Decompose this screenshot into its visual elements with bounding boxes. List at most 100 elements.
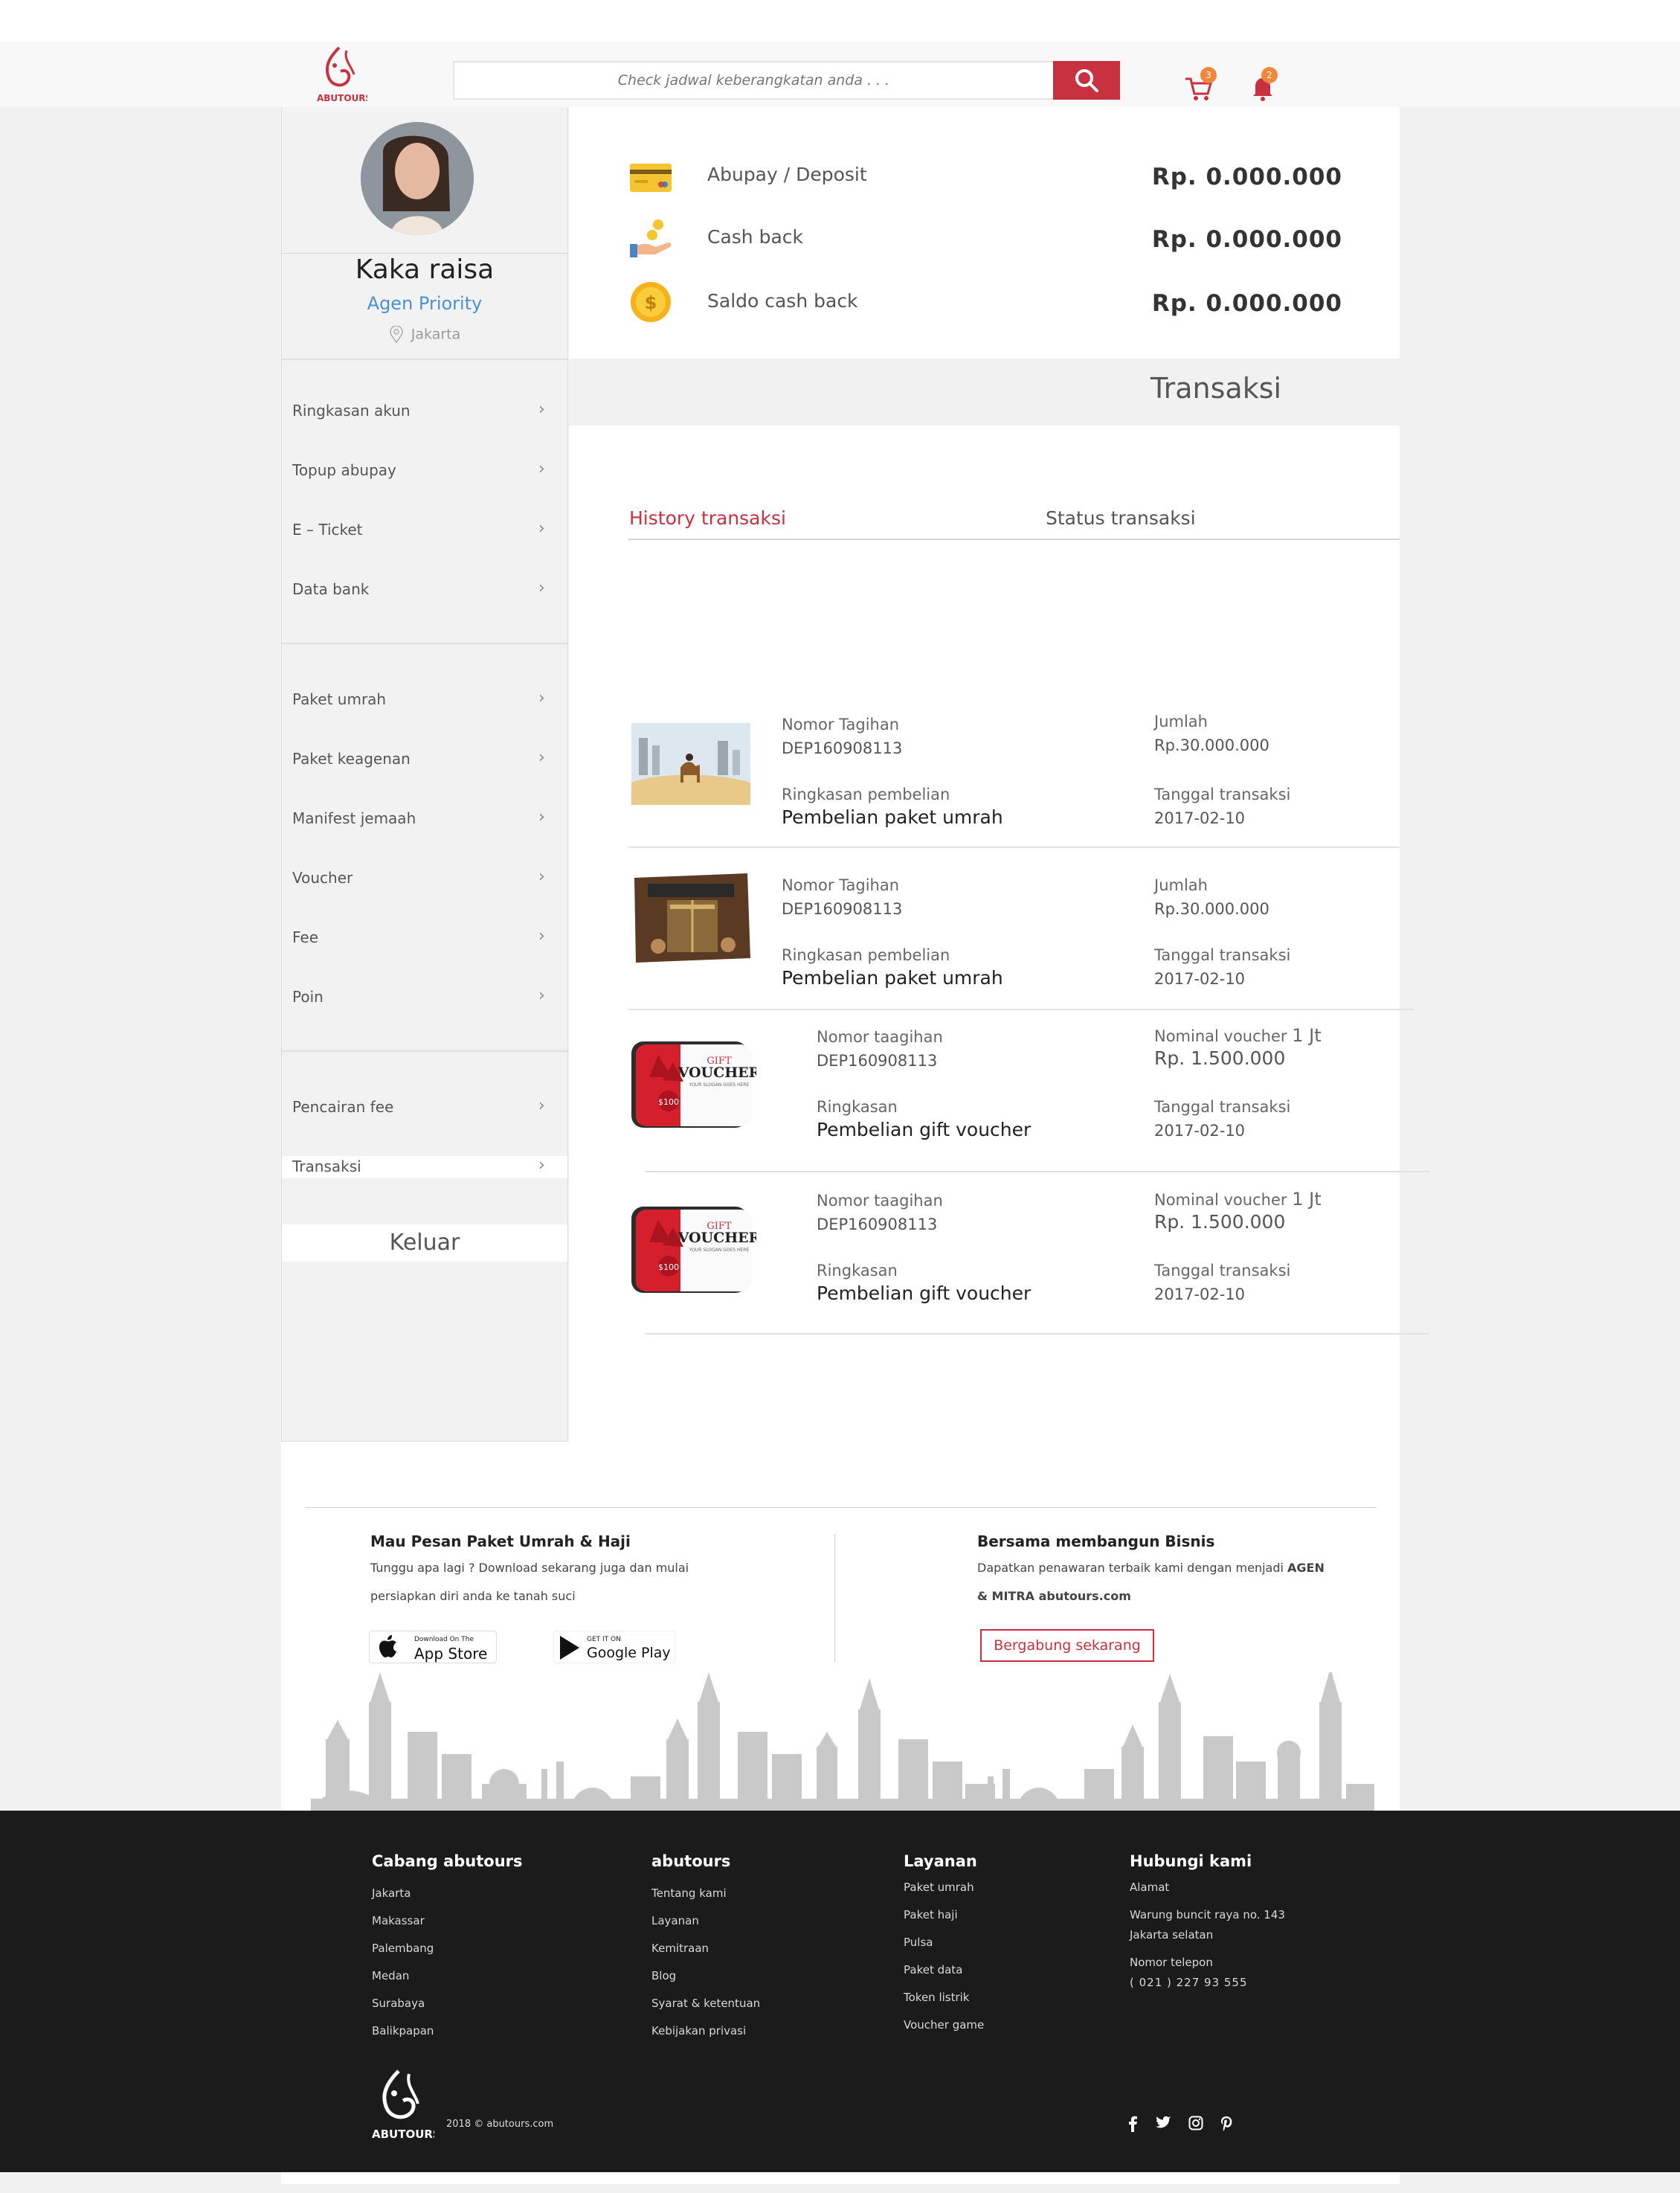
footer-link[interactable]: Voucher game (904, 2018, 984, 2046)
transaction-row[interactable]: Nomor Tagihan DEP160908113 Ringkasan pem… (628, 848, 1415, 1010)
footer-link[interactable]: Layanan (651, 1914, 760, 1942)
sidebar-item-label: Transaksi (292, 1157, 361, 1175)
tab-status-transaksi[interactable]: Status transaksi (1046, 507, 1196, 529)
location-pin-icon (389, 325, 403, 344)
contact-address-line1: Warung buncit raya no. 143 (1130, 1908, 1285, 1921)
google-play-button[interactable]: GET IT ON Google Play (553, 1631, 675, 1663)
app-store-button[interactable]: Download On The App Store (369, 1631, 497, 1663)
sidebar-item-label: Pencairan fee (292, 1098, 394, 1116)
gift-voucher-thumbnail: $100 GIFT VOUCHER YOUR SLOGAN GOES HERE (631, 1041, 756, 1128)
chevron-right-icon: › (538, 986, 545, 1005)
footer-link[interactable]: Surabaya (372, 1997, 523, 2024)
cashback-hand-icon (630, 219, 672, 257)
footer-link[interactable]: Jakarta (372, 1887, 523, 1914)
chevron-right-icon: › (538, 748, 545, 767)
sidebar-item-paket-umrah[interactable]: Paket umrah › (282, 689, 567, 711)
footer-link[interactable]: Balikpapan (372, 2024, 523, 2052)
transaction-row[interactable]: Nomor Tagihan DEP160908113 Ringkasan pem… (628, 686, 1400, 848)
invoice-number: DEP160908113 (782, 900, 903, 918)
contact-address-label: Alamat (1130, 1881, 1170, 1894)
footer-link[interactable]: Kebijakan privasi (651, 2024, 760, 2052)
sidebar-item-topup-abupay[interactable]: Topup abupay › (282, 460, 567, 482)
footer-link[interactable]: Kemitraan (651, 1942, 760, 1969)
amount-label-nominal: 1 Jt (1292, 1025, 1322, 1046)
invoice-number: DEP160908113 (817, 1216, 938, 1233)
kaaba-door-thumbnail (628, 863, 756, 976)
contact-phone-number[interactable]: ( 021 ) 227 93 555 (1130, 1976, 1285, 1996)
transaction-row[interactable]: $100 GIFT VOUCHER YOUR SLOGAN GOES HERE … (628, 1172, 1429, 1335)
social-links (1126, 2116, 1233, 2132)
sidebar-item-voucher[interactable]: Voucher › (282, 867, 567, 890)
bottom-bar (0, 2172, 1680, 2193)
google-play-label: Google Play (587, 1645, 671, 1661)
sidebar-item-label: Fee (292, 928, 319, 946)
footer-link[interactable]: Paket data (904, 1963, 984, 1991)
footer-divider (305, 1507, 1376, 1508)
sidebar-item-ringkasan-akun[interactable]: Ringkasan akun › (282, 400, 567, 423)
footer-link[interactable]: Medan (372, 1969, 523, 1997)
profile-role[interactable]: Agen Priority (282, 293, 567, 314)
amount-value: Rp. 1.500.000 (1154, 1211, 1286, 1233)
chevron-right-icon: › (538, 808, 545, 826)
sidebar-item-pencairan-fee[interactable]: Pencairan fee › (282, 1096, 567, 1119)
footer-link[interactable]: Paket haji (904, 1908, 984, 1936)
footer-col-hubungi: Hubungi kami Alamat Warung buncit raya n… (1130, 1852, 1285, 1996)
cart-count-badge: 3 (1200, 67, 1217, 83)
promo-title: Mau Pesan Paket Umrah & Haji (370, 1532, 631, 1550)
sidebar-item-label: E – Ticket (292, 521, 363, 539)
sidebar-item-e-ticket[interactable]: E – Ticket › (282, 519, 567, 542)
amount-label: Jumlah (1154, 713, 1208, 731)
profile-location: Jakarta (282, 325, 567, 344)
footer-link[interactable]: Pulsa (904, 1936, 984, 1963)
date-label: Tanggal transaksi (1154, 1098, 1291, 1116)
sidebar-item-label: Topup abupay (292, 461, 396, 479)
avatar[interactable] (361, 122, 474, 235)
footer-link[interactable]: Token listrik (904, 1991, 984, 2018)
notification-button[interactable]: 2 (1249, 67, 1282, 101)
abutours-logo[interactable]: ABUTOURS (314, 43, 367, 106)
pinterest-icon[interactable] (1220, 2116, 1233, 2132)
instagram-icon[interactable] (1188, 2116, 1203, 2131)
footer-link[interactable]: Tentang kami (651, 1887, 760, 1914)
facebook-icon[interactable] (1126, 2116, 1139, 2132)
footer-col-title: Hubungi kami (1130, 1852, 1252, 1870)
cart-button[interactable]: 3 (1184, 67, 1217, 101)
footer-link[interactable]: Palembang (372, 1942, 523, 1969)
balance-value: Rp. 0.000.000 (1151, 164, 1342, 190)
sidebar: Kaka raisa Agen Priority Jakarta Ringkas… (281, 107, 568, 1442)
play-store-icon (560, 1636, 579, 1660)
footer-link[interactable]: Syarat & ketentuan (651, 1997, 760, 2024)
sidebar-item-manifest-jemaah[interactable]: Manifest jemaah › (282, 808, 567, 830)
footer-link[interactable]: Paket umrah (904, 1881, 984, 1908)
footer-link[interactable]: Blog (651, 1969, 760, 1997)
sidebar-item-poin[interactable]: Poin › (282, 986, 567, 1009)
invoice-number: DEP160908113 (817, 1052, 938, 1070)
search-button[interactable] (1053, 61, 1120, 100)
sidebar-item-paket-keagenan[interactable]: Paket keagenan › (282, 748, 567, 771)
transaction-row[interactable]: $100 GIFT VOUCHER YOUR SLOGAN GOES HERE … (628, 1010, 1429, 1172)
amount-label: Jumlah (1154, 876, 1208, 894)
business-title: Bersama membangun Bisnis (977, 1532, 1215, 1550)
sidebar-item-fee[interactable]: Fee › (282, 927, 567, 949)
invoice-label: Nomor Tagihan (782, 716, 900, 733)
footer-link[interactable]: Makassar (372, 1914, 523, 1942)
footer-abutours-logo[interactable]: ABUTOURS (367, 2065, 434, 2142)
join-now-button[interactable]: Bergabung sekarang (980, 1629, 1154, 1662)
logout-button[interactable]: Keluar (282, 1224, 567, 1262)
sidebar-item-label: Poin (292, 988, 324, 1006)
tab-history-transaksi[interactable]: History transaksi (629, 507, 786, 529)
search-input[interactable] (454, 62, 1053, 98)
footer: Cabang abutours Jakarta Makassar Palemba… (0, 1811, 1680, 2172)
sidebar-item-label: Ringkasan akun (292, 402, 411, 420)
invoice-label: Nomor taagihan (817, 1192, 943, 1210)
twitter-icon[interactable] (1156, 2116, 1172, 2131)
chevron-right-icon: › (538, 927, 545, 945)
main-content: Abupay / Deposit Rp. 0.000.000 Cash back… (569, 107, 1429, 1442)
footer-col-title: Layanan (904, 1852, 977, 1870)
sidebar-item-data-bank[interactable]: Data bank › (282, 579, 567, 601)
sidebar-item-transaksi[interactable]: Transaksi › (282, 1156, 567, 1178)
app-store-small-text: Download On The (414, 1636, 474, 1643)
contact-phone-label: Nomor telepon (1130, 1956, 1213, 1969)
footer-col-title: Cabang abutours (372, 1852, 523, 1870)
notification-count-badge: 2 (1261, 67, 1278, 83)
